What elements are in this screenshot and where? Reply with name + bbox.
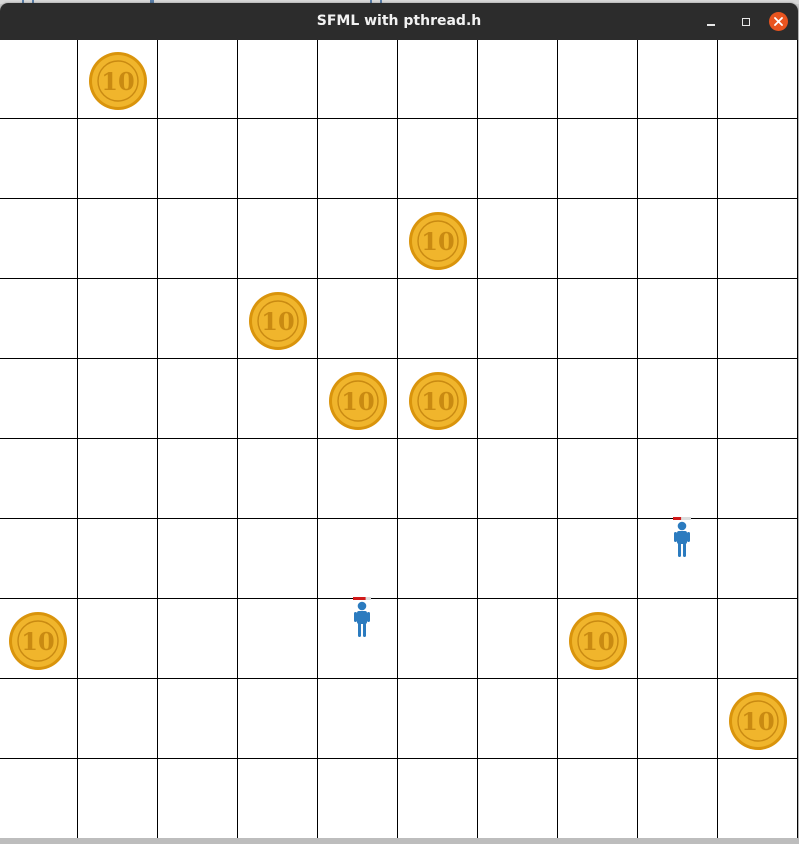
player-arm (674, 532, 677, 542)
coin[interactable]: 10 (409, 212, 467, 270)
app-window: SFML with pthread.h 10 10 10 10 10 10 10 10 (0, 3, 798, 841)
player-torso (357, 611, 367, 624)
grid-lines (0, 40, 798, 840)
players-layer (353, 517, 691, 637)
coin-value-label: 10 (21, 627, 54, 656)
minimize-icon[interactable] (704, 15, 718, 29)
coin[interactable]: 10 (409, 372, 467, 430)
player-arm (354, 612, 357, 622)
coin-value-label: 10 (421, 227, 454, 256)
player-leg (683, 543, 686, 557)
coin-value-label: 10 (581, 627, 614, 656)
coin-value-label: 10 (421, 387, 454, 416)
game-board-svg: 10 10 10 10 10 10 10 10 (0, 40, 798, 840)
coin-value-label: 10 (101, 67, 134, 96)
desktop-bottom-edge (0, 838, 799, 844)
close-icon[interactable] (769, 12, 788, 31)
coin-value-label: 10 (261, 307, 294, 336)
player-head (357, 601, 367, 611)
player-leg (358, 623, 361, 637)
player-head (677, 521, 687, 531)
coin-value-label: 10 (741, 707, 774, 736)
player-arm (687, 532, 690, 542)
health-bar-fill (353, 597, 366, 600)
window-titlebar[interactable]: SFML with pthread.h (0, 3, 798, 40)
coin[interactable]: 10 (249, 292, 307, 350)
game-board[interactable]: 10 10 10 10 10 10 10 10 (0, 40, 798, 840)
coin[interactable]: 10 (729, 692, 787, 750)
player-leg (678, 543, 681, 557)
coin-value-label: 10 (341, 387, 374, 416)
coin[interactable]: 10 (329, 372, 387, 430)
coin[interactable]: 10 (9, 612, 67, 670)
coin[interactable]: 10 (89, 52, 147, 110)
player-leg (363, 623, 366, 637)
health-bar-fill (673, 517, 682, 520)
player-torso (677, 531, 687, 544)
player-1[interactable] (673, 517, 691, 557)
coin[interactable]: 10 (569, 612, 627, 670)
player-arm (367, 612, 370, 622)
maximize-icon[interactable] (739, 15, 753, 29)
player-2[interactable] (353, 597, 371, 637)
window-title: SFML with pthread.h (316, 13, 482, 29)
